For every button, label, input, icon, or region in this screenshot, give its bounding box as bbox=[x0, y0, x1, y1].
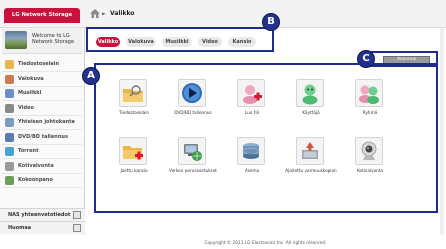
welcome-landscape-image bbox=[5, 31, 27, 49]
lg-network-storage-logo[interactable]: LG Network Storage bbox=[4, 8, 80, 23]
app-label: Kotivalvonta bbox=[356, 168, 383, 173]
app-tile bbox=[355, 79, 383, 107]
sidebar-item-label: Torrent bbox=[18, 148, 39, 154]
app-label: Käyttäjä bbox=[302, 110, 320, 115]
sidebar-item-label: NAS yhteenvetotiedot bbox=[8, 212, 71, 218]
app-label: Asema bbox=[244, 168, 260, 173]
sidebar-item-label: Video bbox=[18, 104, 34, 111]
app-label: Luo tili bbox=[245, 110, 259, 115]
app-tile bbox=[296, 79, 324, 107]
app-tile bbox=[296, 137, 324, 165]
sidebar-item-label: Musiikki bbox=[18, 90, 42, 96]
tab-music[interactable]: Musiikki bbox=[162, 37, 192, 47]
sidebar-item-notice[interactable]: Huomaa bbox=[0, 221, 85, 234]
callout-marker-a: A bbox=[82, 67, 100, 85]
scrollbar[interactable] bbox=[440, 28, 444, 235]
group-icon bbox=[359, 85, 379, 104]
add-user-icon bbox=[243, 85, 262, 104]
sidebar-item-video[interactable]: Video bbox=[2, 101, 82, 116]
breadcrumb-separator-icon: ► bbox=[102, 11, 106, 17]
sidebar-item-label: Yhteisen johtokanta bbox=[18, 119, 75, 125]
app-label: Ajoitettu varmuuskopion bbox=[285, 168, 337, 173]
expand-icon[interactable] bbox=[73, 211, 81, 219]
sidebar: Welcome to LG Network Storage Tiedostose… bbox=[0, 28, 85, 235]
music-icon bbox=[5, 89, 14, 98]
sidebar-item-musiikki[interactable]: Musiikki bbox=[2, 86, 82, 101]
sidebar-item-label: Huomaa bbox=[8, 225, 32, 231]
callout-marker-b: B bbox=[262, 13, 280, 31]
welcome-panel: Welcome to LG Network Storage bbox=[2, 28, 82, 54]
app-dvd-recording[interactable]: DVD/BD tallennus bbox=[167, 79, 219, 125]
sidebar-item-valokuva[interactable]: Valokuva bbox=[2, 72, 82, 87]
folder-search-icon bbox=[123, 85, 143, 102]
sidebar-item-kotivalvonta[interactable]: Kotivalvonta bbox=[2, 159, 82, 174]
app-grid-panel: Tiedostoselain DVD/BD tallennus Luo tili bbox=[94, 63, 438, 213]
dvd-play-icon bbox=[182, 83, 202, 103]
sidebar-item-label: Kokoonpano bbox=[18, 177, 53, 183]
camera-icon bbox=[5, 161, 14, 171]
app-user[interactable]: Käyttäjä bbox=[285, 79, 337, 125]
settings-icon bbox=[5, 176, 14, 185]
app-label: Ryhmä bbox=[362, 110, 378, 115]
app-tile bbox=[119, 137, 147, 165]
top-bar: LG Network Storage ► Valikko bbox=[0, 0, 446, 28]
sidebar-item-label: Kotivalvonta bbox=[18, 162, 54, 169]
torrent-icon bbox=[5, 147, 14, 156]
app-tile bbox=[237, 137, 265, 165]
app-tile bbox=[178, 79, 206, 107]
folder-icon bbox=[5, 60, 14, 69]
app-scheduled-backup[interactable]: Ajoitettu varmuuskopion bbox=[285, 137, 337, 183]
tab-folder[interactable]: Kansio bbox=[228, 37, 256, 47]
app-shared-folder[interactable]: Jaettu kansio bbox=[108, 137, 160, 183]
app-tile bbox=[119, 79, 147, 107]
sidebar-item-tiedostoselain[interactable]: Tiedostoselain bbox=[2, 57, 82, 72]
sidebar-item-label: Valokuva bbox=[18, 75, 44, 82]
tab-bar: Valikko Valokuva Musiikki Video Kansio bbox=[86, 27, 274, 52]
app-tile bbox=[237, 79, 265, 107]
app-group[interactable]: Ryhmä bbox=[344, 79, 396, 125]
video-icon bbox=[5, 103, 14, 113]
app-create-account[interactable]: Luo tili bbox=[226, 79, 278, 125]
app-drive[interactable]: Asema bbox=[226, 137, 278, 183]
app-file-browser[interactable]: Tiedostoselain bbox=[108, 79, 160, 125]
tab-video[interactable]: Video bbox=[198, 37, 222, 47]
welcome-text: Welcome to LG Network Storage bbox=[32, 33, 75, 45]
network-icon bbox=[184, 144, 202, 161]
sidebar-item-nas-summary[interactable]: NAS yhteenvetotiedot bbox=[0, 208, 85, 221]
backup-icon bbox=[302, 142, 318, 159]
tab-photo[interactable]: Valokuva bbox=[126, 37, 156, 47]
app-tile bbox=[178, 137, 206, 165]
add-folder-icon bbox=[123, 146, 143, 160]
sidebar-item-torrent[interactable]: Torrent bbox=[2, 144, 82, 159]
app-network-settings[interactable]: Verkon perusasetukset bbox=[167, 137, 219, 183]
sidebar-item-dvd-bd-tallennus[interactable]: DVD/BD tallennus bbox=[2, 130, 82, 145]
app-label: Verkon perusasetukset bbox=[169, 168, 217, 173]
webcam-icon bbox=[361, 141, 377, 160]
app-label: Jaettu kansio bbox=[120, 168, 148, 173]
sidebar-item-kokoonpano[interactable]: Kokoonpano bbox=[2, 173, 82, 188]
tab-menu[interactable]: Valikko bbox=[96, 37, 120, 47]
photo-icon bbox=[5, 74, 14, 84]
copyright-footer: Copyright © 2011 LG Electronics Inc. All… bbox=[204, 241, 327, 246]
app-label: Tiedostoselain bbox=[118, 110, 150, 115]
sidebar-item-yhteisen-johtokanta[interactable]: Yhteisen johtokanta bbox=[2, 115, 82, 130]
app-tile bbox=[355, 137, 383, 165]
drive-icon bbox=[242, 143, 260, 159]
shared-db-icon bbox=[5, 118, 14, 127]
breadcrumb: Valikko bbox=[110, 10, 135, 17]
sidebar-item-label: Tiedostoselain bbox=[18, 61, 60, 67]
expand-icon[interactable] bbox=[73, 224, 81, 232]
app-label: DVD/BD tallennus bbox=[174, 110, 212, 115]
home-icon[interactable] bbox=[90, 9, 100, 18]
sidebar-item-label: DVD/BD tallennus bbox=[18, 133, 68, 140]
disc-icon bbox=[5, 132, 14, 142]
app-home-surveillance[interactable]: Kotivalvonta bbox=[344, 137, 396, 183]
user-icon bbox=[302, 84, 318, 105]
